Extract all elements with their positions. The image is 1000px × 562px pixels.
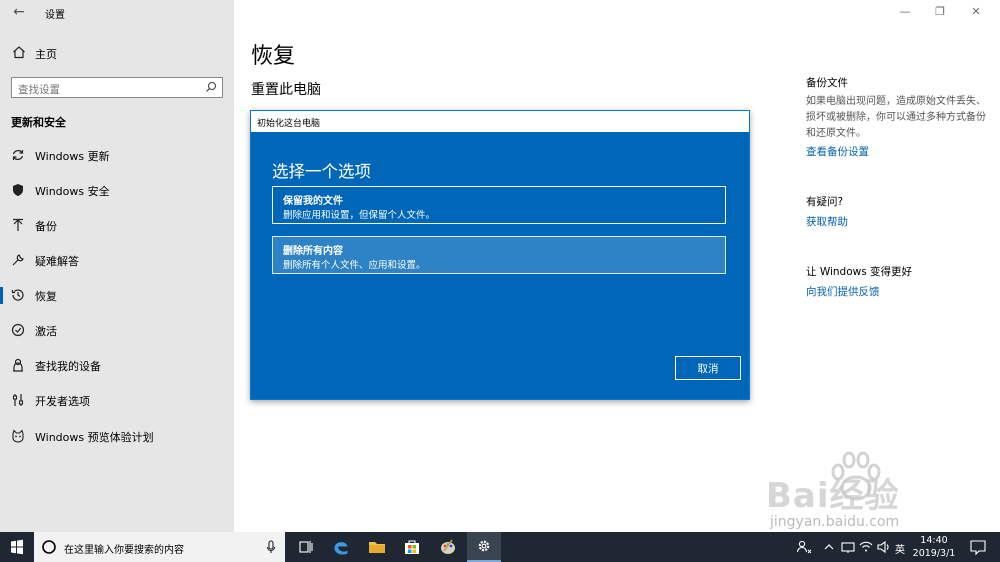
cancel-button[interactable]: 取消 [675,356,741,380]
sidebar-item-label: Windows 更新 [35,150,110,163]
sidebar-item-windows-security[interactable]: Windows 安全 [0,174,234,206]
history-icon [11,289,24,301]
insider-cat-icon [12,429,24,443]
store-icon[interactable] [395,532,429,562]
close-button[interactable]: ✕ [966,4,986,20]
sidebar-item-label: Windows 安全 [35,185,110,198]
section-title: 更新和安全 [11,116,66,129]
settings-search[interactable] [11,77,223,100]
sidebar-item-insider[interactable]: Windows 预览体验计划 [0,420,234,452]
volume-icon[interactable] [876,532,892,562]
get-help-link[interactable]: 获取帮助 [806,214,848,229]
dialog-heading: 选择一个选项 [272,162,371,181]
backup-heading: 备份文件 [806,77,848,89]
sidebar-item-label: 备份 [35,220,57,233]
sidebar-item-label: 恢复 [35,290,57,303]
selection-indicator [0,287,3,304]
sidebar-item-backup[interactable]: 备份 [0,209,234,241]
sidebar-home-label: 主页 [35,48,57,61]
sidebar-item-recovery[interactable]: 恢复 [0,279,234,311]
wrench-icon [12,254,24,266]
improve-heading: 让 Windows 变得更好 [806,266,913,278]
taskbar: 在这里输入你要搜索的内容 英 14:40 2019/3/1 [0,532,1000,562]
feedback-link[interactable]: 向我们提供反馈 [806,284,880,299]
shield-icon [13,184,23,196]
sidebar: ← 设置 主页 更新和安全 Windows 更新 Windows 安全 [0,0,234,532]
window-controls: — ❐ ✕ [890,0,1000,26]
sidebar-item-developer[interactable]: 开发者选项 [0,384,234,416]
sidebar-item-label: 开发者选项 [35,395,90,408]
backup-settings-link[interactable]: 查看备份设置 [806,144,869,159]
sidebar-item-label: 疑难解答 [35,255,79,268]
main-panel: — ❐ ✕ 恢复 重置此电脑 初始化这台电脑 选择一个选项 保留我的文件 删除应… [234,0,1000,532]
paint-app-icon[interactable] [431,532,465,562]
notification-icon[interactable] [966,532,990,562]
minimize-button[interactable]: — [895,4,915,20]
maximize-button[interactable]: ❐ [930,4,950,20]
question-heading: 有疑问? [806,196,844,208]
search-input[interactable] [12,80,192,100]
settings-gear-icon[interactable] [467,532,501,562]
clock-date: 2019/3/1 [912,548,956,559]
dialog-title: 初始化这台电脑 [257,119,321,129]
title-bar: ← 设置 [0,0,234,26]
windows-start-icon[interactable] [0,532,34,562]
sidebar-item-label: Windows 预览体验计划 [35,431,154,444]
wifi-icon[interactable] [858,532,874,562]
input-method-indicator[interactable]: 英 [895,541,905,556]
section-subtitle: 重置此电脑 [251,82,321,98]
microphone-icon[interactable] [266,539,276,555]
dialog-body: 选择一个选项 保留我的文件 删除应用和设置，但保留个人文件。 删除所有内容 删除… [250,132,750,400]
remove-everything-option[interactable]: 删除所有内容 删除所有个人文件、应用和设置。 [272,236,726,274]
taskbar-search-text: 在这里输入你要搜索的内容 [64,545,184,556]
edge-browser-icon[interactable] [324,532,358,562]
app-title: 设置 [45,10,65,21]
back-button[interactable]: ← [10,3,28,21]
system-clock[interactable]: 14:40 2019/3/1 [908,534,960,560]
sidebar-item-activation[interactable]: 激活 [0,314,234,346]
refresh-icon [12,150,24,160]
check-circle-icon [11,323,25,337]
sidebar-item-find-my-device[interactable]: 查找我的设备 [0,349,234,381]
cortana-circle-icon [42,540,56,554]
sidebar-item-label: 查找我的设备 [35,360,101,373]
page-title: 恢复 [251,44,296,69]
network-icon[interactable] [840,532,856,562]
developer-sliders-icon [12,394,24,406]
sidebar-item-troubleshoot[interactable]: 疑难解答 [0,244,234,276]
option-description: 删除应用和设置，但保留个人文件。 [283,210,436,221]
reset-dialog: 初始化这台电脑 选择一个选项 保留我的文件 删除应用和设置，但保留个人文件。 删… [250,110,750,400]
task-view-icon[interactable] [289,532,323,562]
backup-arrow-icon [13,218,23,231]
option-title: 删除所有内容 [283,246,343,257]
home-icon [13,46,25,59]
search-icon [206,81,217,92]
sidebar-item-label: 激活 [35,325,57,338]
option-description: 删除所有个人文件、应用和设置。 [283,260,426,271]
chevron-up-icon[interactable] [822,532,836,562]
backup-description: 如果电脑出现问题，造成原始文件丢失、损坏或被删除，你可以通过多种方式备份和还原文… [806,96,986,139]
clock-time: 14:40 [920,535,948,546]
file-explorer-icon[interactable] [360,532,394,562]
sidebar-item-windows-update[interactable]: Windows 更新 [0,139,234,171]
sidebar-home[interactable]: 主页 [0,42,234,66]
keep-files-option[interactable]: 保留我的文件 删除应用和设置，但保留个人文件。 [272,186,726,224]
dialog-title-bar: 初始化这台电脑 [250,110,750,132]
option-title: 保留我的文件 [283,196,343,207]
person-location-icon [13,358,23,372]
taskbar-search[interactable]: 在这里输入你要搜索的内容 [34,532,285,562]
people-icon[interactable] [794,532,814,562]
